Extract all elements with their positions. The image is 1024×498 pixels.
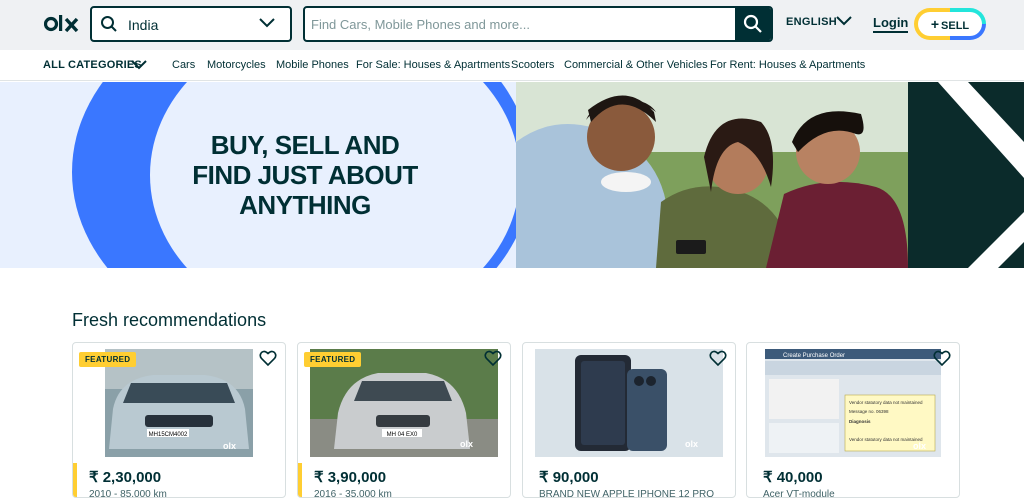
section-title: Fresh recommendations bbox=[72, 310, 267, 330]
screenshot-message: Vendor statutory data not maintained bbox=[849, 437, 923, 442]
location-value: India bbox=[128, 17, 159, 33]
heart-icon[interactable] bbox=[709, 349, 727, 367]
banner-arrow-panel bbox=[908, 82, 1024, 268]
listing-card[interactable]: olx ₹ 90,000 BRAND NEW APPLE IPHONE 12 P… bbox=[522, 342, 736, 498]
banner-headline-line-1: BUY, SELL AND bbox=[210, 130, 400, 160]
banner-graphic: BUY, SELL AND FIND JUST ABOUT ANYTHING bbox=[0, 82, 516, 268]
heart-icon[interactable] bbox=[259, 349, 277, 367]
search-button[interactable] bbox=[735, 8, 771, 40]
category-link-scooters[interactable]: Scooters bbox=[511, 59, 554, 71]
plus-icon: + bbox=[930, 16, 940, 32]
login-link[interactable]: Login bbox=[873, 15, 909, 33]
heart-icon[interactable] bbox=[484, 349, 502, 367]
featured-badge: FEATURED bbox=[79, 352, 137, 367]
banner-photo bbox=[516, 82, 908, 268]
language-selector[interactable]: ENGLISH bbox=[786, 16, 837, 28]
screenshot-message: Vendor statutory data not maintained bbox=[849, 400, 923, 405]
category-link-cars[interactable]: Cars bbox=[172, 59, 195, 71]
hero-banner[interactable]: BUY, SELL AND FIND JUST ABOUT ANYTHING bbox=[0, 82, 1024, 268]
banner-headline-line-2: FIND JUST ABOUT bbox=[192, 160, 418, 190]
listing-price: ₹ 40,000 bbox=[763, 469, 823, 486]
listing-card[interactable]: MH15CM4002 olx FEATURED ₹ 2,30,000 2010 … bbox=[72, 342, 286, 498]
listing-card[interactable]: MH 04 EX0 olx FEATURED ₹ 3,90,000 2016 -… bbox=[297, 342, 511, 498]
header: India ENGLISH Login +SELL bbox=[0, 0, 1024, 50]
search-bar bbox=[303, 6, 773, 42]
listing-subtitle: Acer VT-module bbox=[763, 489, 835, 498]
screenshot-title: Create Purchase Order bbox=[783, 353, 845, 359]
listing-image: Create Purchase Order Vendor statutory d… bbox=[747, 349, 959, 457]
banner-headline-line-3: ANYTHING bbox=[239, 190, 371, 220]
featured-indicator bbox=[298, 463, 302, 497]
category-link-houses-for-rent[interactable]: For Rent: Houses & Apartments bbox=[710, 59, 865, 71]
banner-headline: BUY, SELL AND FIND JUST ABOUT ANYTHING bbox=[160, 130, 450, 220]
olx-logo[interactable] bbox=[44, 12, 80, 36]
chevron-down-icon[interactable] bbox=[835, 15, 853, 27]
listing-image: olx bbox=[523, 349, 735, 457]
listing-price: ₹ 3,90,000 bbox=[314, 469, 387, 486]
watermark: olx bbox=[460, 439, 473, 449]
heart-icon[interactable] bbox=[933, 349, 951, 367]
search-icon bbox=[101, 16, 117, 32]
featured-badge: FEATURED bbox=[304, 352, 362, 367]
watermark: olx bbox=[223, 441, 236, 451]
license-plate: MH15CM4002 bbox=[149, 432, 188, 438]
category-link-motorcycles[interactable]: Motorcycles bbox=[207, 59, 266, 71]
sell-label: SELL bbox=[941, 20, 970, 32]
listing-card[interactable]: Create Purchase Order Vendor statutory d… bbox=[746, 342, 960, 498]
featured-indicator bbox=[73, 463, 77, 497]
screenshot-message: Diagnosis bbox=[849, 419, 871, 424]
category-link-mobile-phones[interactable]: Mobile Phones bbox=[276, 59, 349, 71]
search-input[interactable] bbox=[305, 8, 735, 40]
listing-subtitle: BRAND NEW APPLE IPHONE 12 PRO bbox=[539, 489, 715, 498]
category-link-houses-for-sale[interactable]: For Sale: Houses & Apartments bbox=[356, 59, 510, 71]
listing-price: ₹ 2,30,000 bbox=[89, 469, 162, 486]
listing-subtitle: 2016 - 35,000 km bbox=[314, 489, 392, 498]
listing-price: ₹ 90,000 bbox=[539, 469, 599, 486]
screenshot-message: Message no. 06398 bbox=[849, 409, 889, 414]
location-selector[interactable]: India bbox=[90, 6, 292, 42]
chevron-down-icon[interactable] bbox=[130, 59, 148, 71]
search-icon bbox=[743, 14, 762, 33]
watermark: olx bbox=[685, 439, 698, 449]
chevron-down-icon bbox=[259, 18, 275, 28]
license-plate: MH 04 EX0 bbox=[387, 432, 418, 438]
sell-button[interactable]: + SELL bbox=[914, 8, 986, 40]
watermark: olx bbox=[913, 441, 926, 451]
category-link-commercial-vehicles[interactable]: Commercial & Other Vehicles bbox=[564, 59, 708, 71]
category-bar: ALL CATEGORIES Cars Motorcycles Mobile P… bbox=[0, 50, 1024, 81]
listing-subtitle: 2010 - 85,000 km bbox=[89, 489, 167, 498]
all-categories-menu[interactable]: ALL CATEGORIES bbox=[43, 59, 142, 71]
